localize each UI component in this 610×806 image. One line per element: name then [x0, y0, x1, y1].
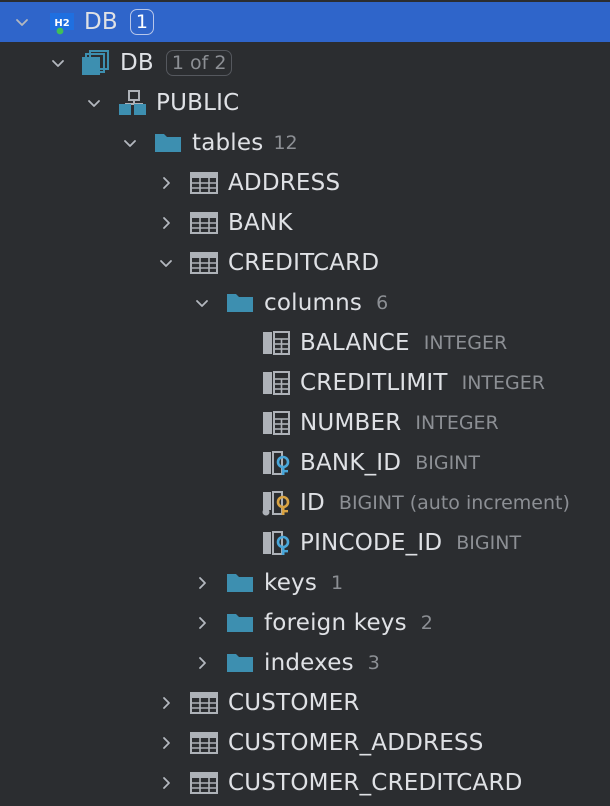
node-count: 3	[367, 652, 380, 674]
column-type: INTEGER	[423, 332, 508, 354]
chevron-right-icon[interactable]	[154, 731, 178, 755]
tree-node-keys[interactable]: keys 1	[0, 563, 610, 603]
table-icon	[188, 249, 220, 277]
tree-node-table-creditcard[interactable]: CREDITCARD	[0, 243, 610, 283]
column-type: INTEGER	[415, 412, 499, 434]
node-label: columns	[264, 290, 363, 316]
chevron-down-icon[interactable]	[118, 131, 142, 155]
session-badge: 1	[129, 9, 154, 35]
table-icon	[188, 689, 220, 717]
tree-node-column-id[interactable]: ID BIGINT (auto increment)	[0, 483, 610, 523]
node-label: CUSTOMER_CREDITCARD	[228, 770, 523, 796]
foreign-key-column-icon	[260, 529, 292, 557]
node-label: BANK	[228, 210, 293, 236]
column-type: BIGINT (auto increment)	[338, 492, 570, 514]
node-label: CREDITLIMIT	[300, 370, 448, 396]
column-type: INTEGER	[461, 372, 545, 394]
tree-node-column-pincode-id[interactable]: PINCODE_ID BIGINT	[0, 523, 610, 563]
column-type: BIGINT	[456, 532, 522, 554]
table-icon	[188, 729, 220, 757]
chevron-right-icon[interactable]	[154, 211, 178, 235]
node-label: PINCODE_ID	[300, 530, 443, 556]
tree-node-table-customer[interactable]: CUSTOMER	[0, 683, 610, 723]
chevron-right-icon[interactable]	[190, 611, 214, 635]
node-count: 12	[273, 132, 298, 154]
tree-node-foreign-keys[interactable]: foreign keys 2	[0, 603, 610, 643]
database-stack-icon	[80, 49, 112, 77]
node-label: CUSTOMER	[228, 690, 360, 716]
node-label: DB	[120, 50, 154, 76]
folder-icon	[224, 569, 256, 597]
chevron-down-icon[interactable]	[190, 291, 214, 315]
folder-icon	[152, 129, 184, 157]
chevron-right-icon[interactable]	[190, 571, 214, 595]
node-label: ADDRESS	[228, 170, 341, 196]
chevron-down-icon[interactable]	[154, 251, 178, 275]
table-icon	[188, 209, 220, 237]
tree-node-tables[interactable]: tables 12	[0, 123, 610, 163]
tree-node-db[interactable]: DB 1 of 2	[0, 43, 610, 83]
tree-node-column-balance[interactable]: BALANCE INTEGER	[0, 323, 610, 363]
column-type: BIGINT	[415, 452, 480, 474]
h2-icon-text: H2	[54, 18, 69, 29]
tree-node-column-number[interactable]: NUMBER INTEGER	[0, 403, 610, 443]
chevron-down-icon[interactable]	[46, 51, 70, 75]
node-label: tables	[192, 130, 264, 156]
node-label: CUSTOMER_ADDRESS	[228, 730, 484, 756]
node-label: ID	[300, 490, 325, 516]
node-label: keys	[264, 570, 318, 596]
folder-icon	[224, 609, 256, 637]
node-label: NUMBER	[300, 410, 402, 436]
node-count: 1	[331, 572, 344, 594]
node-label: PUBLIC	[156, 90, 240, 116]
node-label: DB	[84, 9, 118, 35]
tree-node-root-db[interactable]: H2 DB 1	[0, 2, 610, 42]
tree-node-indexes[interactable]: indexes 3	[0, 643, 610, 683]
h2-database-icon: H2	[48, 8, 78, 36]
folder-icon	[224, 649, 256, 677]
node-label: CREDITCARD	[228, 250, 380, 276]
node-label: BALANCE	[300, 330, 410, 356]
foreign-key-column-icon	[260, 449, 292, 477]
table-icon	[188, 169, 220, 197]
tree-node-table-address[interactable]: ADDRESS	[0, 163, 610, 203]
node-label: foreign keys	[264, 610, 407, 636]
tree-node-columns[interactable]: columns 6	[0, 283, 610, 323]
tree-node-table-customer-creditcard[interactable]: CUSTOMER_CREDITCARD	[0, 763, 610, 803]
tree-node-table-customer-address[interactable]: CUSTOMER_ADDRESS	[0, 723, 610, 763]
chevron-right-icon[interactable]	[154, 771, 178, 795]
tree-node-column-bank-id[interactable]: BANK_ID BIGINT	[0, 443, 610, 483]
column-icon	[260, 369, 292, 397]
folder-icon	[224, 289, 256, 317]
node-label: indexes	[264, 650, 354, 676]
column-icon	[260, 409, 292, 437]
node-count: 2	[420, 612, 433, 634]
tree-node-column-creditlimit[interactable]: CREDITLIMIT INTEGER	[0, 363, 610, 403]
chevron-right-icon[interactable]	[154, 171, 178, 195]
database-tree: H2 DB 1 DB 1 of 2 PUBLIC tables 12 ADDRE…	[0, 0, 610, 806]
column-icon	[260, 329, 292, 357]
db-count-badge: 1 of 2	[165, 50, 233, 76]
chevron-right-icon[interactable]	[154, 691, 178, 715]
primary-key-column-icon	[260, 489, 292, 517]
tree-node-table-bank[interactable]: BANK	[0, 203, 610, 243]
chevron-down-icon[interactable]	[10, 10, 34, 34]
chevron-down-icon[interactable]	[82, 91, 106, 115]
chevron-right-icon[interactable]	[190, 651, 214, 675]
table-icon	[188, 769, 220, 797]
schema-icon	[116, 89, 148, 117]
node-count: 6	[376, 292, 389, 314]
node-label: BANK_ID	[300, 450, 402, 476]
tree-node-schema-public[interactable]: PUBLIC	[0, 83, 610, 123]
